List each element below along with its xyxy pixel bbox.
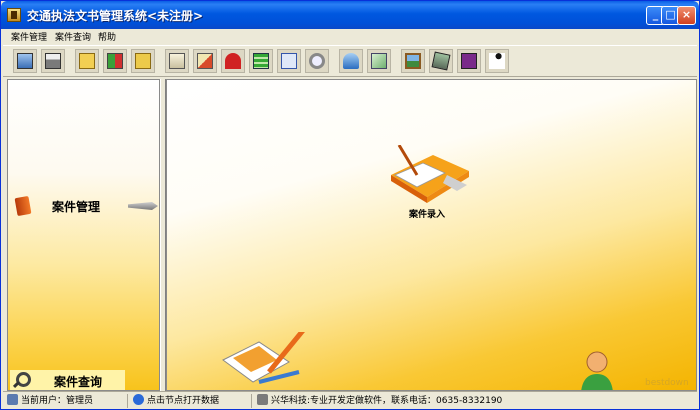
company-icon (257, 394, 268, 405)
pda-icon[interactable] (429, 49, 453, 73)
umbrella-icon[interactable] (221, 49, 245, 73)
status-current-user-text: 当前用户：管理员 (21, 396, 94, 406)
magnifier-icon[interactable] (305, 49, 329, 73)
main-panel: 案件录入 bestdown (166, 79, 697, 391)
case-entry-label: 案件录入 (408, 210, 445, 220)
search-icon (16, 372, 31, 387)
picture-icon[interactable] (401, 49, 425, 73)
nav-item-label: 案件查询 (54, 375, 103, 389)
watermark: bestdown (645, 378, 689, 388)
clipboard-pencil-icon (222, 332, 305, 384)
menu-help[interactable]: 帮助 (98, 30, 116, 43)
folder-open-icon[interactable] (131, 49, 155, 73)
user-avatar-icon (581, 351, 613, 390)
transfer-icon[interactable] (193, 49, 217, 73)
monitor-icon[interactable] (13, 49, 37, 73)
close-button[interactable]: × (677, 6, 696, 25)
info-icon (133, 394, 144, 405)
printer-icon[interactable] (41, 49, 65, 73)
app-icon (7, 8, 21, 22)
status-bar: 当前用户：管理员 点击节点打开数据 兴华科技:专业开发定做软件，联系电话：063… (3, 391, 697, 409)
notebook-icon[interactable] (249, 49, 273, 73)
status-hint-text: 点击节点打开数据 (147, 396, 220, 406)
preview-icon[interactable] (277, 49, 301, 73)
bell-icon[interactable] (339, 49, 363, 73)
status-company-text: 兴华科技:专业开发定做软件，联系电话：0635-8332190 (271, 396, 503, 406)
document-scroll-icon[interactable] (165, 49, 189, 73)
envelope-icon[interactable] (367, 49, 391, 73)
status-company: 兴华科技:专业开发定做软件，联系电话：0635-8332190 (257, 394, 502, 408)
status-hint: 点击节点打开数据 (133, 394, 219, 408)
nav-item-case-query[interactable]: 案件查询 (10, 370, 125, 390)
menu-case-management[interactable]: 案件管理 (11, 30, 47, 43)
app-window: 交通执法文书管理系统<未注册> _ □ × 案件管理 案件查询 帮助 案件管理 (0, 0, 700, 410)
nav-item-case-management[interactable]: 案件管理 (14, 195, 158, 218)
nav-item-label: 案件管理 (52, 200, 101, 214)
toolbar (3, 45, 697, 77)
nav-panel: 案件管理 案件查询 (7, 79, 160, 391)
title-bar[interactable]: 交通执法文书管理系统<未注册> _ □ × (1, 1, 699, 29)
case-entry-book-icon (391, 145, 469, 203)
arrow-right-icon (128, 202, 158, 210)
case-entry-shortcut[interactable]: 案件录入 (377, 135, 477, 221)
folder-icon[interactable] (75, 49, 99, 73)
copy-files-icon[interactable] (103, 49, 127, 73)
user-icon (7, 394, 18, 405)
status-current-user: 当前用户：管理员 (7, 394, 93, 408)
help-book-icon[interactable] (457, 49, 481, 73)
menu-bar: 案件管理 案件查询 帮助 (1, 29, 699, 44)
running-man-icon[interactable] (485, 49, 509, 73)
book-icon (14, 195, 32, 217)
menu-case-query[interactable]: 案件查询 (55, 30, 91, 43)
window-title: 交通执法文书管理系统<未注册> (27, 9, 204, 23)
